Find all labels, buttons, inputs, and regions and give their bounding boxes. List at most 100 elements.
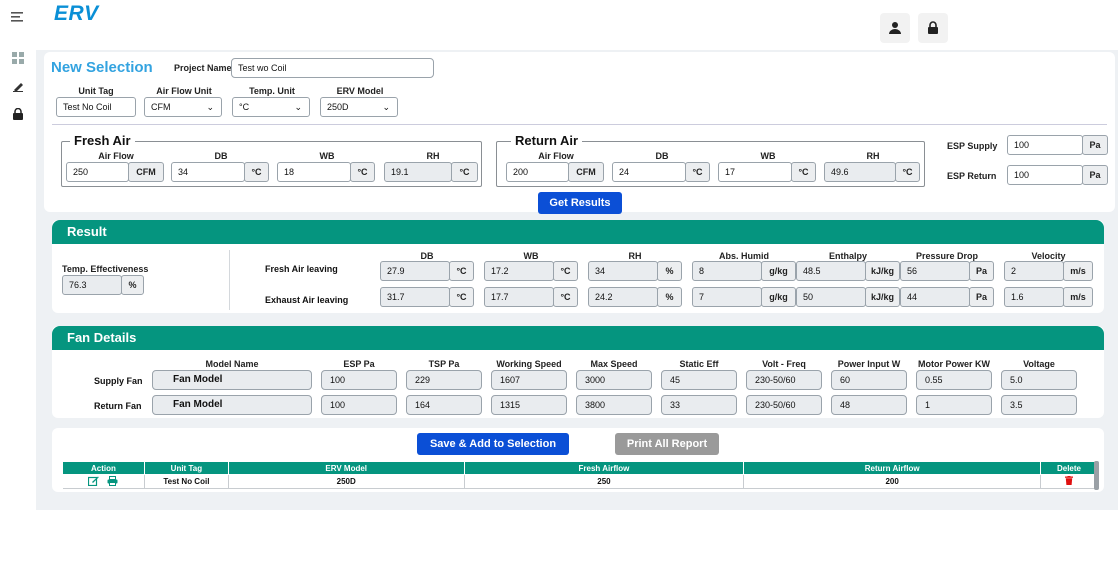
pen-icon[interactable]: [10, 80, 26, 94]
result-value: 8: [692, 261, 762, 281]
result-value: 17.7: [484, 287, 554, 307]
print-all-report-button[interactable]: Print All Report: [615, 433, 719, 455]
result-value: 48.5: [796, 261, 866, 281]
fan-model-name: Fan Model: [152, 370, 312, 390]
fan-column-header: Working Speed: [496, 359, 562, 369]
result-unit: g/kg: [761, 287, 796, 307]
result-column-header: RH: [628, 251, 642, 261]
fan-header: Fan Details: [52, 326, 1104, 350]
top-right-panel: [948, 0, 1118, 50]
temp-effectiveness-label: Temp. Effectiveness: [62, 264, 149, 274]
chevron-down-icon: ⌄: [294, 102, 302, 112]
lock-icon[interactable]: [918, 13, 948, 43]
return-wb-unit: °C: [791, 162, 816, 182]
table-scrollbar[interactable]: [1094, 461, 1099, 490]
esp-supply-input[interactable]: 100: [1007, 135, 1083, 155]
fan-value: 5.0: [1001, 370, 1077, 390]
fan-value: 3000: [576, 370, 652, 390]
fan-value: 3.5: [1001, 395, 1077, 415]
result-unit: kJ/kg: [865, 287, 900, 307]
erv-model-select[interactable]: 250D ⌄: [320, 97, 398, 117]
column-header: Action: [62, 461, 145, 475]
fan-model-name: Fan Model: [152, 395, 312, 415]
return-rh-label: RH: [866, 151, 880, 161]
exhaust-air-leaving-label: Exhaust Air leaving: [265, 295, 349, 305]
save-add-button[interactable]: Save & Add to Selection: [417, 433, 569, 455]
result-column-header: WB: [523, 251, 539, 261]
esp-return-unit: Pa: [1082, 165, 1108, 185]
fan-column-header: TSP Pa: [428, 359, 460, 369]
airflow-unit-select[interactable]: CFM ⌄: [144, 97, 222, 117]
return-wb-input[interactable]: 17: [718, 162, 792, 182]
temp-unit-label: Temp. Unit: [249, 86, 295, 96]
fresh-air-legend: Fresh Air: [70, 133, 135, 148]
result-unit: %: [657, 261, 682, 281]
fan-value: 229: [406, 370, 482, 390]
unit-tag-label: Unit Tag: [78, 86, 114, 96]
fan-value: 1315: [491, 395, 567, 415]
column-header: Fresh Airflow: [463, 461, 745, 475]
result-unit: m/s: [1063, 287, 1093, 307]
return-airflow-input[interactable]: 200: [506, 162, 569, 182]
fresh-rh-input: 19.1: [384, 162, 452, 182]
unit-tag-input[interactable]: Test No Coil: [56, 97, 136, 117]
fresh-wb-input[interactable]: 18: [277, 162, 351, 182]
table-header-row: Action Unit Tag ERV Model Fresh Airflow …: [62, 461, 1099, 475]
result-unit: %: [657, 287, 682, 307]
fan-value: 0.55: [916, 370, 992, 390]
esp-supply-label: ESP Supply: [947, 141, 998, 151]
result-value: 56: [900, 261, 970, 281]
fresh-db-input[interactable]: 34: [171, 162, 245, 182]
action-cell: [62, 474, 145, 489]
result-unit: °C: [449, 261, 474, 281]
side-rail: [0, 0, 36, 571]
result-header: Result: [52, 220, 1104, 244]
return-db-input[interactable]: 24: [612, 162, 686, 182]
result-unit: g/kg: [761, 261, 796, 281]
hamburger-icon[interactable]: [10, 11, 26, 25]
user-icon[interactable]: [880, 13, 910, 43]
lock-icon[interactable]: [10, 107, 26, 122]
fresh-db-unit: °C: [244, 162, 269, 182]
print-icon[interactable]: [107, 475, 118, 488]
fan-value: 1: [916, 395, 992, 415]
fan-column-header: Model Name: [205, 359, 259, 369]
grid-icon[interactable]: [10, 52, 26, 66]
trash-icon[interactable]: [1064, 476, 1073, 487]
fresh-airflow-label: Air Flow: [98, 151, 134, 161]
page-title: New Selection: [51, 59, 153, 76]
result-value: 24.2: [588, 287, 658, 307]
result-column-header: Abs. Humid: [718, 251, 769, 261]
return-airflow-label: Air Flow: [538, 151, 574, 161]
fan-value: 45: [661, 370, 737, 390]
return-db-unit: °C: [685, 162, 710, 182]
result-column-header: Velocity: [1031, 251, 1066, 261]
return-db-label: DB: [655, 151, 669, 161]
supply-fan-label: Supply Fan: [94, 376, 143, 386]
get-results-button[interactable]: Get Results: [538, 192, 622, 214]
fan-value: 100: [321, 370, 397, 390]
selection-table: Action Unit Tag ERV Model Fresh Airflow …: [62, 461, 1099, 489]
edit-icon[interactable]: [87, 476, 99, 488]
top-bar: [36, 0, 948, 50]
esp-return-input[interactable]: 100: [1007, 165, 1083, 185]
fan-column-header: Volt - Freq: [762, 359, 806, 369]
result-value: 2: [1004, 261, 1064, 281]
fan-column-header: Static Eff: [679, 359, 719, 369]
project-name-input[interactable]: Test wo Coil: [231, 58, 434, 78]
fan-column-header: Max Speed: [590, 359, 638, 369]
result-value: 50: [796, 287, 866, 307]
result-column-header: Enthalpy: [828, 251, 867, 261]
column-header: Return Airflow: [743, 461, 1041, 475]
result-unit: °C: [553, 287, 578, 307]
fresh-airflow-input[interactable]: 250: [66, 162, 129, 182]
fan-value: 1607: [491, 370, 567, 390]
airflow-unit-label: Air Flow Unit: [156, 86, 212, 96]
result-unit: Pa: [969, 287, 994, 307]
column-header: Delete: [1039, 461, 1099, 475]
esp-supply-unit: Pa: [1082, 135, 1108, 155]
unit-tag-cell: Test No Coil: [144, 474, 229, 489]
result-unit: °C: [553, 261, 578, 281]
fan-value: 60: [831, 370, 907, 390]
temp-unit-select[interactable]: °C ⌄: [232, 97, 310, 117]
